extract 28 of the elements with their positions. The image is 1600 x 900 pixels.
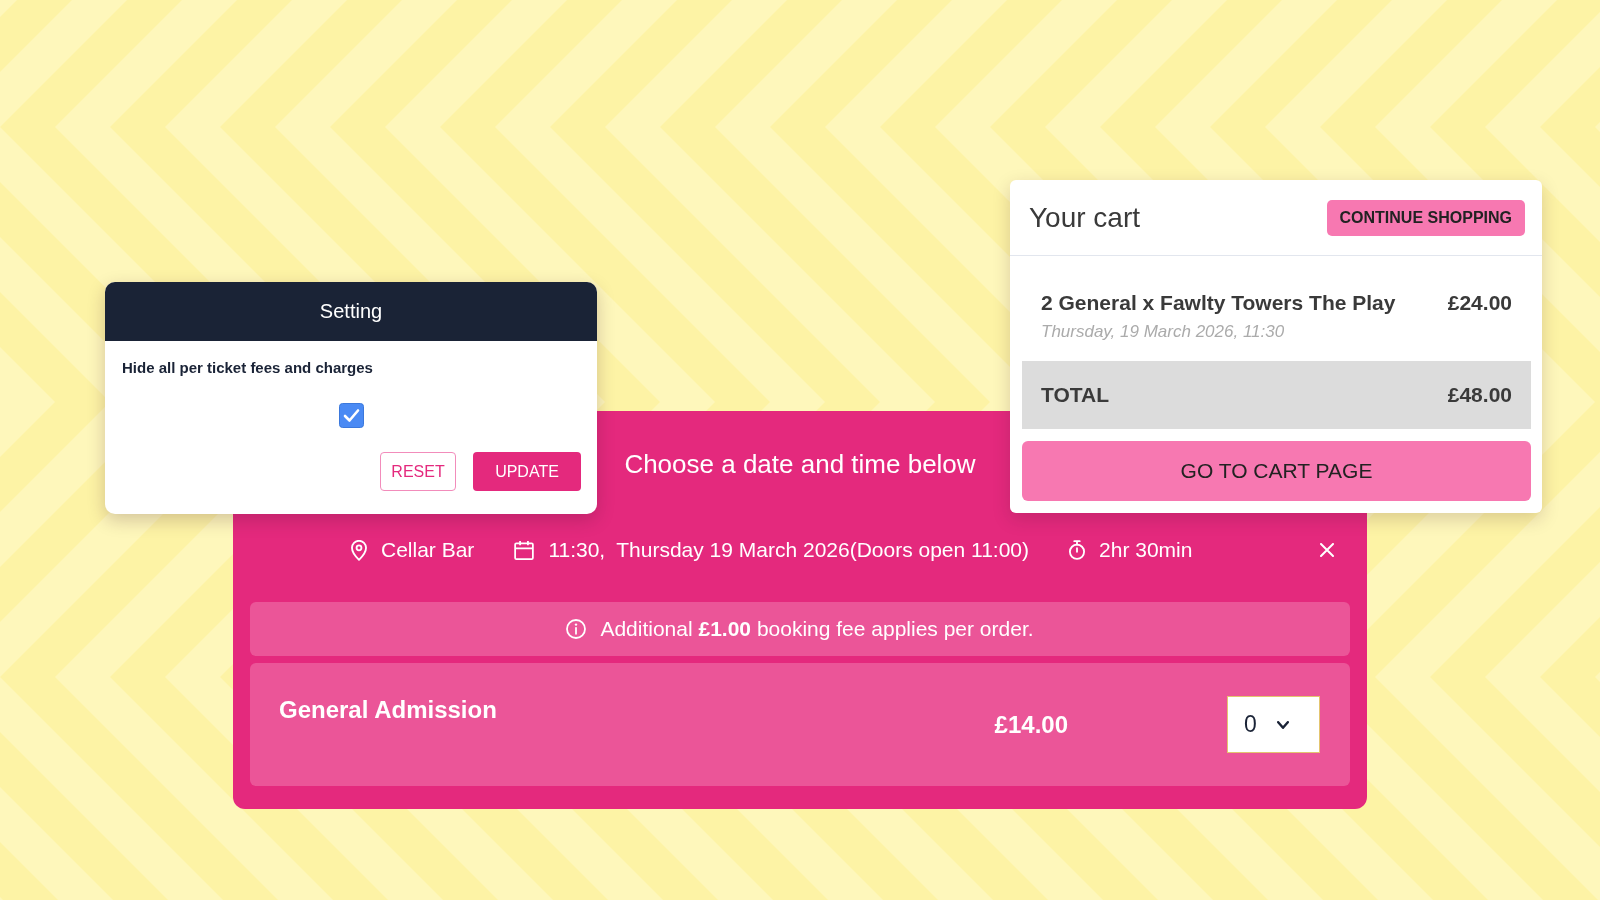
ticket-name: General Admission <box>279 695 497 725</box>
map-pin-icon <box>351 539 367 561</box>
total-label: TOTAL <box>1041 383 1110 407</box>
calendar-icon <box>514 540 535 560</box>
stopwatch-icon <box>1069 540 1086 560</box>
chevron-down-icon <box>1276 720 1289 729</box>
close-icon[interactable] <box>1320 543 1334 557</box>
item-price: £24.00 <box>1447 290 1512 316</box>
quantity-select[interactable]: 0 <box>1227 696 1320 753</box>
dialog-title: Setting <box>319 300 383 323</box>
go-to-cart-button[interactable]: GO TO CART PAGE <box>1022 441 1531 501</box>
notice-text: Additional £1.00 booking fee applies per order. <box>600 616 1034 642</box>
reset-button[interactable]: RESET <box>380 452 456 491</box>
event-time: 11:30, <box>548 537 606 563</box>
venue-text: Cellar Bar <box>381 537 475 563</box>
duration-text: 2hr 30min <box>1099 537 1193 563</box>
ticket-price: £14.00 <box>994 710 1068 739</box>
continue-shopping-button[interactable]: CONTINUE SHOPPING <box>1326 199 1525 236</box>
checkbox[interactable] <box>339 403 364 428</box>
item-description: 2 General x Fawlty Towers The Play <box>1041 290 1396 316</box>
update-button[interactable]: UPDATE <box>473 452 581 491</box>
item-date: Thursday, 19 March 2026, 11:30 <box>1041 321 1285 343</box>
panel-heading: Choose a date and time below <box>624 448 976 480</box>
total-amount: £48.00 <box>1447 383 1512 407</box>
option-label: Hide all per ticket fees and charges <box>122 359 373 377</box>
cart-title: Your cart <box>1029 201 1141 234</box>
event-date: Thursday 19 March 2026(Doors open 11:00) <box>616 537 1030 563</box>
info-icon <box>566 619 587 639</box>
